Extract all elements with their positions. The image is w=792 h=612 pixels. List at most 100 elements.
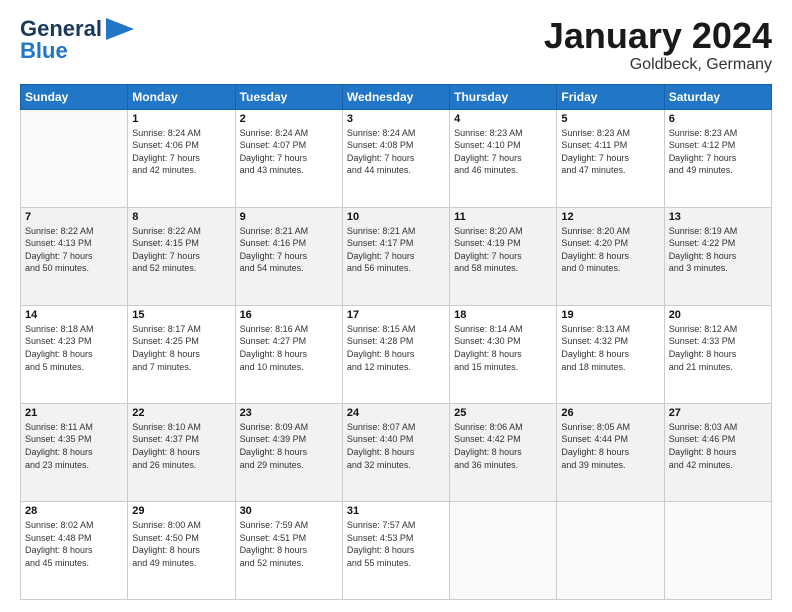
calendar-week-row: 7Sunrise: 8:22 AM Sunset: 4:13 PM Daylig… — [21, 207, 772, 305]
logo: General Blue — [20, 16, 134, 64]
day-number: 10 — [347, 211, 445, 223]
day-number: 9 — [240, 211, 338, 223]
day-info: Sunrise: 8:21 AM Sunset: 4:17 PM Dayligh… — [347, 225, 445, 275]
table-row: 16 Sunrise: 8:16 AM Sunset: 4:27 PM Dayli… — [235, 305, 342, 403]
day-info: Sunrise: 8:24 AM Sunset: 4:08 PM Dayligh… — [347, 127, 445, 177]
table-row: 10 Sunrise: 8:21 AM Sunset: 4:17 PM Dayli… — [342, 207, 449, 305]
day-info: Sunrise: 8:16 AM Sunset: 4:27 PM Dayligh… — [240, 323, 338, 373]
table-row: 14 Sunrise: 8:18 AM Sunset: 4:23 PM Dayli… — [21, 305, 128, 403]
day-info: Sunrise: 8:11 AM Sunset: 4:35 PM Dayligh… — [25, 421, 123, 471]
day-number: 1 — [132, 113, 230, 125]
day-number: 5 — [561, 113, 659, 125]
day-info: Sunrise: 8:05 AM Sunset: 4:44 PM Dayligh… — [561, 421, 659, 471]
calendar-week-row: 1 Sunrise: 8:24 AM Sunset: 4:06 PM Daylig… — [21, 109, 772, 207]
calendar-table: Sunday Monday Tuesday Wednesday Thursday… — [20, 84, 772, 600]
day-number: 15 — [132, 309, 230, 321]
day-info: Sunrise: 8:02 AM Sunset: 4:48 PM Dayligh… — [25, 519, 123, 569]
col-tuesday: Tuesday — [235, 84, 342, 109]
table-row: 20Sunrise: 8:12 AM Sunset: 4:33 PM Dayli… — [664, 305, 771, 403]
day-info: Sunrise: 8:22 AM Sunset: 4:15 PM Dayligh… — [132, 225, 230, 275]
day-number: 2 — [240, 113, 338, 125]
table-row: 18Sunrise: 8:14 AM Sunset: 4:30 PM Dayli… — [450, 305, 557, 403]
day-number: 31 — [347, 505, 445, 517]
table-row: 19 Sunrise: 8:13 AM Sunset: 4:32 PM Dayli… — [557, 305, 664, 403]
table-row: 22Sunrise: 8:10 AM Sunset: 4:37 PM Dayli… — [128, 403, 235, 501]
day-number: 19 — [561, 309, 659, 321]
day-number: 8 — [132, 211, 230, 223]
col-saturday: Saturday — [664, 84, 771, 109]
day-info: Sunrise: 8:23 AM Sunset: 4:11 PM Dayligh… — [561, 127, 659, 177]
day-number: 11 — [454, 211, 552, 223]
table-row: 23 Sunrise: 8:09 AM Sunset: 4:39 PM Dayli… — [235, 403, 342, 501]
day-number: 23 — [240, 407, 338, 419]
col-friday: Friday — [557, 84, 664, 109]
table-row: 21 Sunrise: 8:11 AM Sunset: 4:35 PM Dayli… — [21, 403, 128, 501]
table-row — [450, 501, 557, 599]
table-row: 13 Sunrise: 8:19 AM Sunset: 4:22 PM Dayli… — [664, 207, 771, 305]
day-number: 16 — [240, 309, 338, 321]
table-row: 7Sunrise: 8:22 AM Sunset: 4:13 PM Daylig… — [21, 207, 128, 305]
day-number: 27 — [669, 407, 767, 419]
table-row: 29 Sunrise: 8:00 AM Sunset: 4:50 PM Dayli… — [128, 501, 235, 599]
day-number: 17 — [347, 309, 445, 321]
day-info: Sunrise: 8:13 AM Sunset: 4:32 PM Dayligh… — [561, 323, 659, 373]
table-row: 8 Sunrise: 8:22 AM Sunset: 4:15 PM Daylig… — [128, 207, 235, 305]
table-row: 17 Sunrise: 8:15 AM Sunset: 4:28 PM Dayli… — [342, 305, 449, 403]
table-row: 6 Sunrise: 8:23 AM Sunset: 4:12 PM Daylig… — [664, 109, 771, 207]
day-info: Sunrise: 8:09 AM Sunset: 4:39 PM Dayligh… — [240, 421, 338, 471]
day-info: Sunrise: 8:12 AM Sunset: 4:33 PM Dayligh… — [669, 323, 767, 373]
table-row: 11 Sunrise: 8:20 AM Sunset: 4:19 PM Dayli… — [450, 207, 557, 305]
title-area: January 2024 Goldbeck, Germany — [544, 16, 772, 74]
header: General Blue January 2024 Goldbeck, Germ… — [20, 16, 772, 74]
day-info: Sunrise: 7:57 AM Sunset: 4:53 PM Dayligh… — [347, 519, 445, 569]
table-row — [557, 501, 664, 599]
day-info: Sunrise: 8:24 AM Sunset: 4:07 PM Dayligh… — [240, 127, 338, 177]
day-number: 13 — [669, 211, 767, 223]
day-info: Sunrise: 8:03 AM Sunset: 4:46 PM Dayligh… — [669, 421, 767, 471]
col-thursday: Thursday — [450, 84, 557, 109]
day-info: Sunrise: 8:22 AM Sunset: 4:13 PM Dayligh… — [25, 225, 123, 275]
day-number: 29 — [132, 505, 230, 517]
day-info: Sunrise: 8:18 AM Sunset: 4:23 PM Dayligh… — [25, 323, 123, 373]
table-row: 28 Sunrise: 8:02 AM Sunset: 4:48 PM Dayli… — [21, 501, 128, 599]
table-row — [664, 501, 771, 599]
day-number: 30 — [240, 505, 338, 517]
month-title: January 2024 — [544, 16, 772, 56]
day-info: Sunrise: 8:17 AM Sunset: 4:25 PM Dayligh… — [132, 323, 230, 373]
table-row: 9Sunrise: 8:21 AM Sunset: 4:16 PM Daylig… — [235, 207, 342, 305]
table-row: 4 Sunrise: 8:23 AM Sunset: 4:10 PM Daylig… — [450, 109, 557, 207]
calendar-week-row: 14 Sunrise: 8:18 AM Sunset: 4:23 PM Dayli… — [21, 305, 772, 403]
day-number: 21 — [25, 407, 123, 419]
day-number: 28 — [25, 505, 123, 517]
logo-triangle-icon — [106, 18, 134, 40]
day-number: 14 — [25, 309, 123, 321]
table-row: 5 Sunrise: 8:23 AM Sunset: 4:11 PM Daylig… — [557, 109, 664, 207]
table-row: 27 Sunrise: 8:03 AM Sunset: 4:46 PM Dayli… — [664, 403, 771, 501]
day-number: 3 — [347, 113, 445, 125]
day-info: Sunrise: 8:23 AM Sunset: 4:10 PM Dayligh… — [454, 127, 552, 177]
day-number: 4 — [454, 113, 552, 125]
day-info: Sunrise: 8:23 AM Sunset: 4:12 PM Dayligh… — [669, 127, 767, 177]
table-row: 2 Sunrise: 8:24 AM Sunset: 4:07 PM Daylig… — [235, 109, 342, 207]
day-number: 25 — [454, 407, 552, 419]
day-info: Sunrise: 8:15 AM Sunset: 4:28 PM Dayligh… — [347, 323, 445, 373]
day-number: 6 — [669, 113, 767, 125]
table-row: 26 Sunrise: 8:05 AM Sunset: 4:44 PM Dayli… — [557, 403, 664, 501]
day-number: 12 — [561, 211, 659, 223]
col-monday: Monday — [128, 84, 235, 109]
calendar-header-row: Sunday Monday Tuesday Wednesday Thursday… — [21, 84, 772, 109]
page: General Blue January 2024 Goldbeck, Germ… — [0, 0, 792, 612]
table-row: 1 Sunrise: 8:24 AM Sunset: 4:06 PM Daylig… — [128, 109, 235, 207]
day-info: Sunrise: 8:20 AM Sunset: 4:19 PM Dayligh… — [454, 225, 552, 275]
location: Goldbeck, Germany — [544, 56, 772, 74]
table-row: 12 Sunrise: 8:20 AM Sunset: 4:20 PM Dayli… — [557, 207, 664, 305]
day-info: Sunrise: 8:20 AM Sunset: 4:20 PM Dayligh… — [561, 225, 659, 275]
day-number: 24 — [347, 407, 445, 419]
day-info: Sunrise: 8:06 AM Sunset: 4:42 PM Dayligh… — [454, 421, 552, 471]
table-row: 25 Sunrise: 8:06 AM Sunset: 4:42 PM Dayli… — [450, 403, 557, 501]
day-info: Sunrise: 8:00 AM Sunset: 4:50 PM Dayligh… — [132, 519, 230, 569]
day-info: Sunrise: 8:24 AM Sunset: 4:06 PM Dayligh… — [132, 127, 230, 177]
day-info: Sunrise: 8:19 AM Sunset: 4:22 PM Dayligh… — [669, 225, 767, 275]
day-number: 26 — [561, 407, 659, 419]
calendar-week-row: 21 Sunrise: 8:11 AM Sunset: 4:35 PM Dayli… — [21, 403, 772, 501]
